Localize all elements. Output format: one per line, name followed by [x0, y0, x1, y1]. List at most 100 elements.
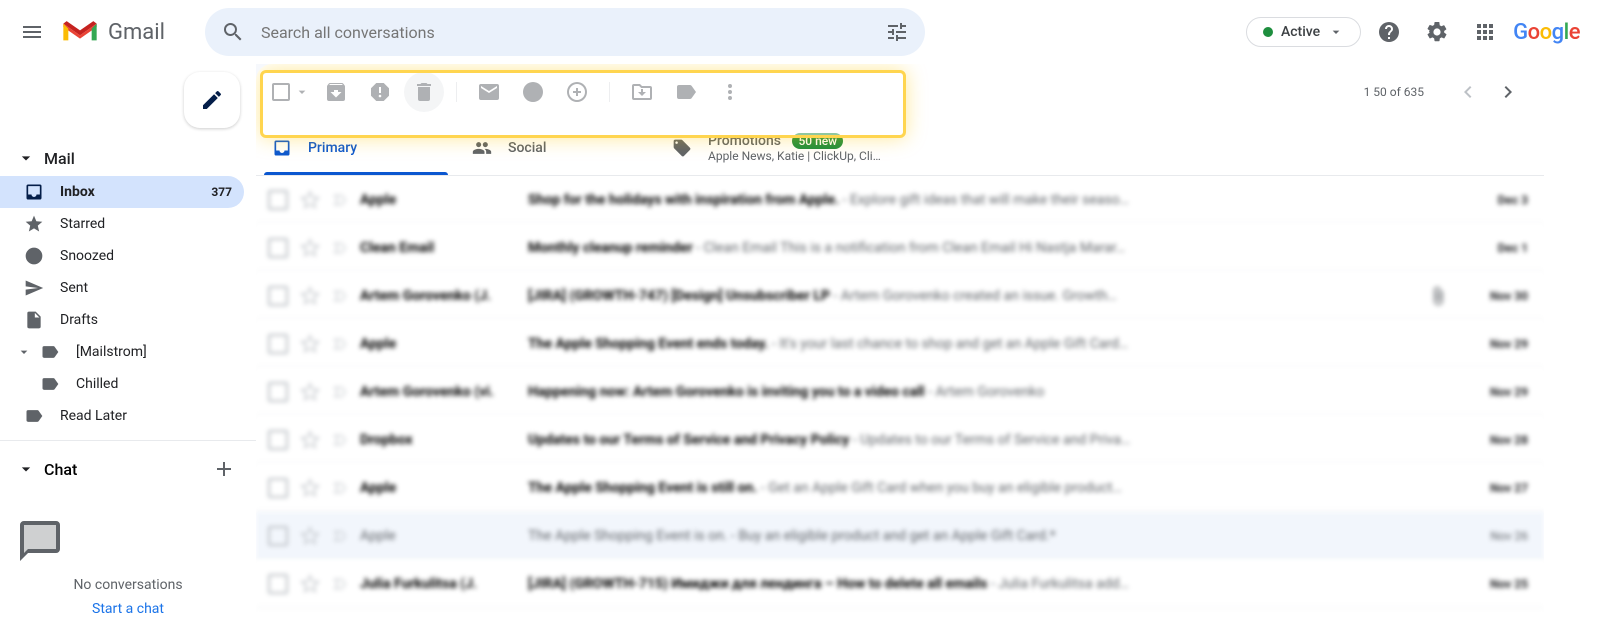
- toolbar-separator: [456, 82, 457, 102]
- attachment-indicator: [1428, 286, 1452, 306]
- labels-button[interactable]: [666, 72, 706, 112]
- delete-button[interactable]: [404, 72, 444, 112]
- star-toggle[interactable]: [300, 334, 320, 354]
- star-icon: [24, 214, 44, 234]
- row-checkbox[interactable]: [268, 430, 288, 450]
- chat-section-toggle[interactable]: Chat: [16, 459, 77, 479]
- email-row[interactable]: AppleThe Apple Shopping Event ends today…: [256, 320, 1544, 368]
- sidebar-item--mailstrom-[interactable]: [Mailstrom]: [0, 336, 244, 368]
- row-date: Nov 30: [1468, 289, 1528, 303]
- sidebar-item-sent[interactable]: Sent: [0, 272, 244, 304]
- row-checkbox[interactable]: [268, 382, 288, 402]
- start-chat-link[interactable]: Start a chat: [16, 601, 240, 617]
- apps-button[interactable]: [1465, 12, 1505, 52]
- email-row[interactable]: DropboxUpdates to our Terms of Service a…: [256, 416, 1544, 464]
- search-bar[interactable]: [205, 8, 925, 56]
- main-menu-button[interactable]: [8, 8, 56, 56]
- email-list[interactable]: Apple Shop for the holidays with inspirat…: [256, 176, 1544, 644]
- row-checkbox[interactable]: [268, 286, 288, 306]
- importance-marker[interactable]: [332, 335, 348, 353]
- star-toggle[interactable]: [300, 574, 320, 594]
- sidebar-item-drafts[interactable]: Drafts: [0, 304, 244, 336]
- search-button[interactable]: [213, 12, 253, 52]
- new-chat-button[interactable]: [208, 453, 240, 485]
- importance-marker[interactable]: [332, 527, 348, 545]
- star-toggle[interactable]: [300, 286, 320, 306]
- app-header: Gmail Active Google: [0, 0, 1600, 64]
- row-snippet: - It's your last chance to shop and get …: [769, 336, 1129, 352]
- star-toggle[interactable]: [300, 478, 320, 498]
- snooze-button[interactable]: [513, 72, 553, 112]
- email-row[interactable]: Julia Furkulitsa (J.[JIRA] (GROWTH-715) …: [256, 560, 1544, 608]
- row-sender: Apple: [360, 336, 528, 352]
- compose-button[interactable]: [184, 72, 240, 128]
- row-date: Nov 26: [1468, 529, 1528, 543]
- tab-social[interactable]: Social: [456, 120, 656, 175]
- settings-button[interactable]: [1417, 12, 1457, 52]
- star-toggle[interactable]: [300, 430, 320, 450]
- importance-marker[interactable]: [332, 479, 348, 497]
- row-checkbox[interactable]: [268, 190, 288, 210]
- row-checkbox[interactable]: [268, 238, 288, 258]
- importance-marker[interactable]: [332, 575, 348, 593]
- select-dropdown-button[interactable]: [292, 72, 312, 112]
- support-button[interactable]: [1369, 12, 1409, 52]
- gear-icon: [1425, 20, 1449, 44]
- sidebar-item-inbox[interactable]: Inbox377: [0, 176, 244, 208]
- row-snippet: - Buy an eligible product and get an App…: [728, 528, 1056, 544]
- sidebar-item-chilled[interactable]: Chilled: [0, 368, 244, 400]
- tab-primary[interactable]: Primary: [256, 120, 456, 175]
- mail-section-header[interactable]: Mail: [0, 140, 256, 176]
- row-checkbox[interactable]: [268, 478, 288, 498]
- star-toggle[interactable]: [300, 190, 320, 210]
- email-row[interactable]: AppleThe Apple Shopping Event is on. - B…: [256, 512, 1544, 560]
- star-toggle[interactable]: [300, 382, 320, 402]
- importance-marker[interactable]: [332, 383, 348, 401]
- toolbar-separator: [609, 82, 610, 102]
- row-sender: Dropbox: [360, 432, 528, 448]
- email-row[interactable]: AppleShop for the holidays with inspirat…: [256, 176, 1544, 224]
- gmail-logo[interactable]: Gmail: [60, 16, 165, 48]
- google-logo[interactable]: Google: [1513, 20, 1580, 45]
- mail-section-label: Mail: [44, 149, 75, 168]
- next-page-button[interactable]: [1488, 72, 1528, 112]
- row-subject: Shop for the holidays with inspiration f…: [528, 192, 1420, 208]
- sidebar-item-label: Inbox: [60, 184, 195, 200]
- email-row[interactable]: Artem Gorovenko (vi.Happening now: Artem…: [256, 368, 1544, 416]
- email-row[interactable]: Artem Gorovenko (J.[JIRA] (GROWTH-747) […: [256, 272, 1544, 320]
- add-to-tasks-button[interactable]: [557, 72, 597, 112]
- email-row[interactable]: AppleThe Apple Shopping Event is still o…: [256, 464, 1544, 512]
- importance-marker[interactable]: [332, 191, 348, 209]
- search-filter-button[interactable]: [877, 12, 917, 52]
- move-to-button[interactable]: [622, 72, 662, 112]
- mark-as-read-button[interactable]: [469, 72, 509, 112]
- row-subject: The Apple Shopping Event is on. - Buy an…: [528, 528, 1420, 544]
- importance-marker[interactable]: [332, 431, 348, 449]
- row-snippet: - Julia Furkulitsa add…: [987, 576, 1129, 592]
- prev-page-button[interactable]: [1448, 72, 1488, 112]
- row-checkbox[interactable]: [268, 574, 288, 594]
- importance-marker[interactable]: [332, 287, 348, 305]
- content-area: 1 50 of 635 Primary Social: [256, 64, 1544, 644]
- star-toggle[interactable]: [300, 238, 320, 258]
- report-spam-button[interactable]: [360, 72, 400, 112]
- clock-icon: [521, 80, 545, 104]
- status-chip[interactable]: Active: [1246, 17, 1361, 47]
- importance-marker[interactable]: [332, 239, 348, 257]
- sidebar-item-snoozed[interactable]: Snoozed: [0, 240, 244, 272]
- row-subject: Happening now: Artem Gorovenko is inviti…: [528, 384, 1420, 400]
- search-input[interactable]: [253, 23, 877, 42]
- more-options-button[interactable]: [710, 72, 750, 112]
- sidebar-item-starred[interactable]: Starred: [0, 208, 244, 240]
- archive-button[interactable]: [316, 72, 356, 112]
- star-toggle[interactable]: [300, 526, 320, 546]
- email-row[interactable]: Clean EmailMonthly cleanup reminder - Cl…: [256, 224, 1544, 272]
- select-all-checkbox[interactable]: [272, 83, 290, 101]
- tab-promotions[interactable]: Promotions 50 new Apple News, Katie | Cl…: [656, 120, 897, 175]
- sidebar-item-read-later[interactable]: Read Later: [0, 400, 244, 432]
- chevron-right-icon: [1496, 80, 1520, 104]
- add-task-icon: [565, 80, 589, 104]
- select-all-group[interactable]: [272, 72, 312, 112]
- row-checkbox[interactable]: [268, 334, 288, 354]
- row-checkbox[interactable]: [268, 526, 288, 546]
